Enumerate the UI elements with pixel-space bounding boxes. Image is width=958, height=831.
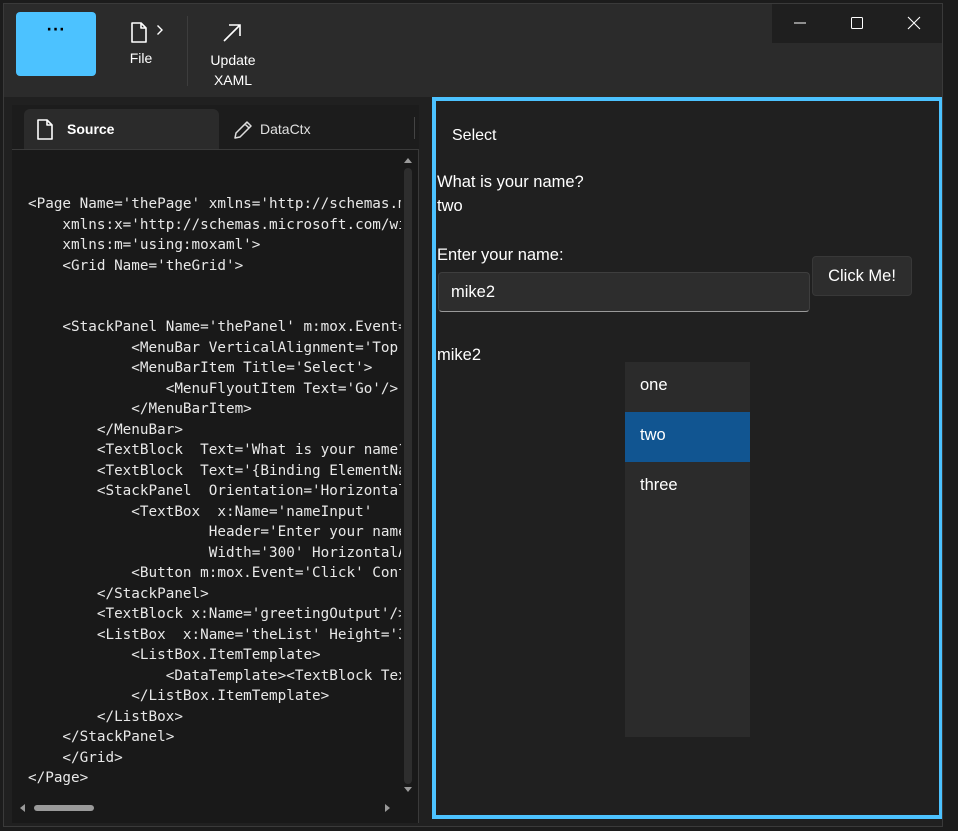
tab-datactx-label: DataCtx	[260, 121, 311, 137]
scroll-right-icon[interactable]	[384, 803, 392, 813]
update-xaml-label: Update XAML	[196, 50, 270, 90]
list-item-label: two	[640, 426, 666, 444]
tab-separator	[414, 117, 415, 139]
maximize-button[interactable]	[829, 4, 886, 43]
name-input-header: Enter your name:	[437, 246, 564, 264]
app-window: ··· File Update XAML Source DataCtx <Pag…	[3, 3, 943, 827]
scroll-down-icon[interactable]	[403, 786, 413, 794]
update-label-line1: Update	[210, 52, 256, 68]
tab-datactx[interactable]: DataCtx	[220, 109, 415, 149]
more-icon: ···	[46, 22, 66, 38]
document-icon	[131, 22, 147, 43]
arrow-up-right-icon	[223, 24, 241, 42]
caption-buttons	[772, 4, 942, 43]
list-item[interactable]: two	[625, 412, 750, 462]
minimize-button[interactable]	[772, 4, 829, 43]
horizontal-scroll-thumb[interactable]	[34, 805, 94, 811]
vertical-scrollbar[interactable]	[402, 154, 414, 797]
menubar-item-select[interactable]: Select	[452, 127, 496, 145]
name-input[interactable]: mike2	[438, 272, 810, 312]
list-item-label: one	[640, 376, 668, 394]
greeting-output: mike2	[437, 346, 482, 364]
document-icon	[37, 119, 53, 140]
scroll-up-icon[interactable]	[403, 156, 413, 164]
chevron-right-icon	[157, 25, 163, 35]
update-xaml-button[interactable]: Update XAML	[196, 18, 270, 90]
close-button[interactable]	[886, 4, 942, 43]
tab-source-label: Source	[67, 121, 115, 137]
minimize-icon	[794, 22, 806, 24]
name-input-value: mike2	[451, 283, 496, 301]
editor-pane: Source DataCtx <Page Name='thePage' xmln…	[12, 105, 419, 823]
xaml-source-editor[interactable]: <Page Name='thePage' xmlns='http://schem…	[12, 149, 419, 823]
click-me-button[interactable]: Click Me!	[812, 256, 912, 296]
vertical-scroll-thumb[interactable]	[404, 168, 412, 784]
file-button[interactable]: File	[108, 18, 174, 78]
the-list[interactable]: one two three	[625, 362, 750, 737]
bound-value-text: two	[437, 197, 463, 215]
maximize-icon	[851, 17, 863, 29]
tab-source[interactable]: Source	[24, 109, 219, 149]
xaml-source-text[interactable]: <Page Name='thePage' xmlns='http://schem…	[28, 153, 401, 800]
xaml-preview-pane: Select What is your name? two Enter your…	[432, 97, 942, 819]
update-label-line2: XAML	[213, 72, 253, 88]
list-item-label: three	[640, 476, 678, 494]
horizontal-scrollbar[interactable]	[14, 801, 400, 815]
close-icon	[907, 16, 921, 30]
more-button[interactable]: ···	[16, 12, 96, 76]
toolbar-separator	[187, 16, 188, 86]
list-item[interactable]: three	[625, 462, 750, 512]
question-text: What is your name?	[437, 173, 584, 191]
list-item[interactable]: one	[625, 362, 750, 412]
file-label: File	[129, 50, 153, 66]
pencil-icon	[234, 121, 252, 139]
command-bar: ··· File Update XAML	[4, 4, 942, 97]
scroll-left-icon[interactable]	[18, 803, 26, 813]
